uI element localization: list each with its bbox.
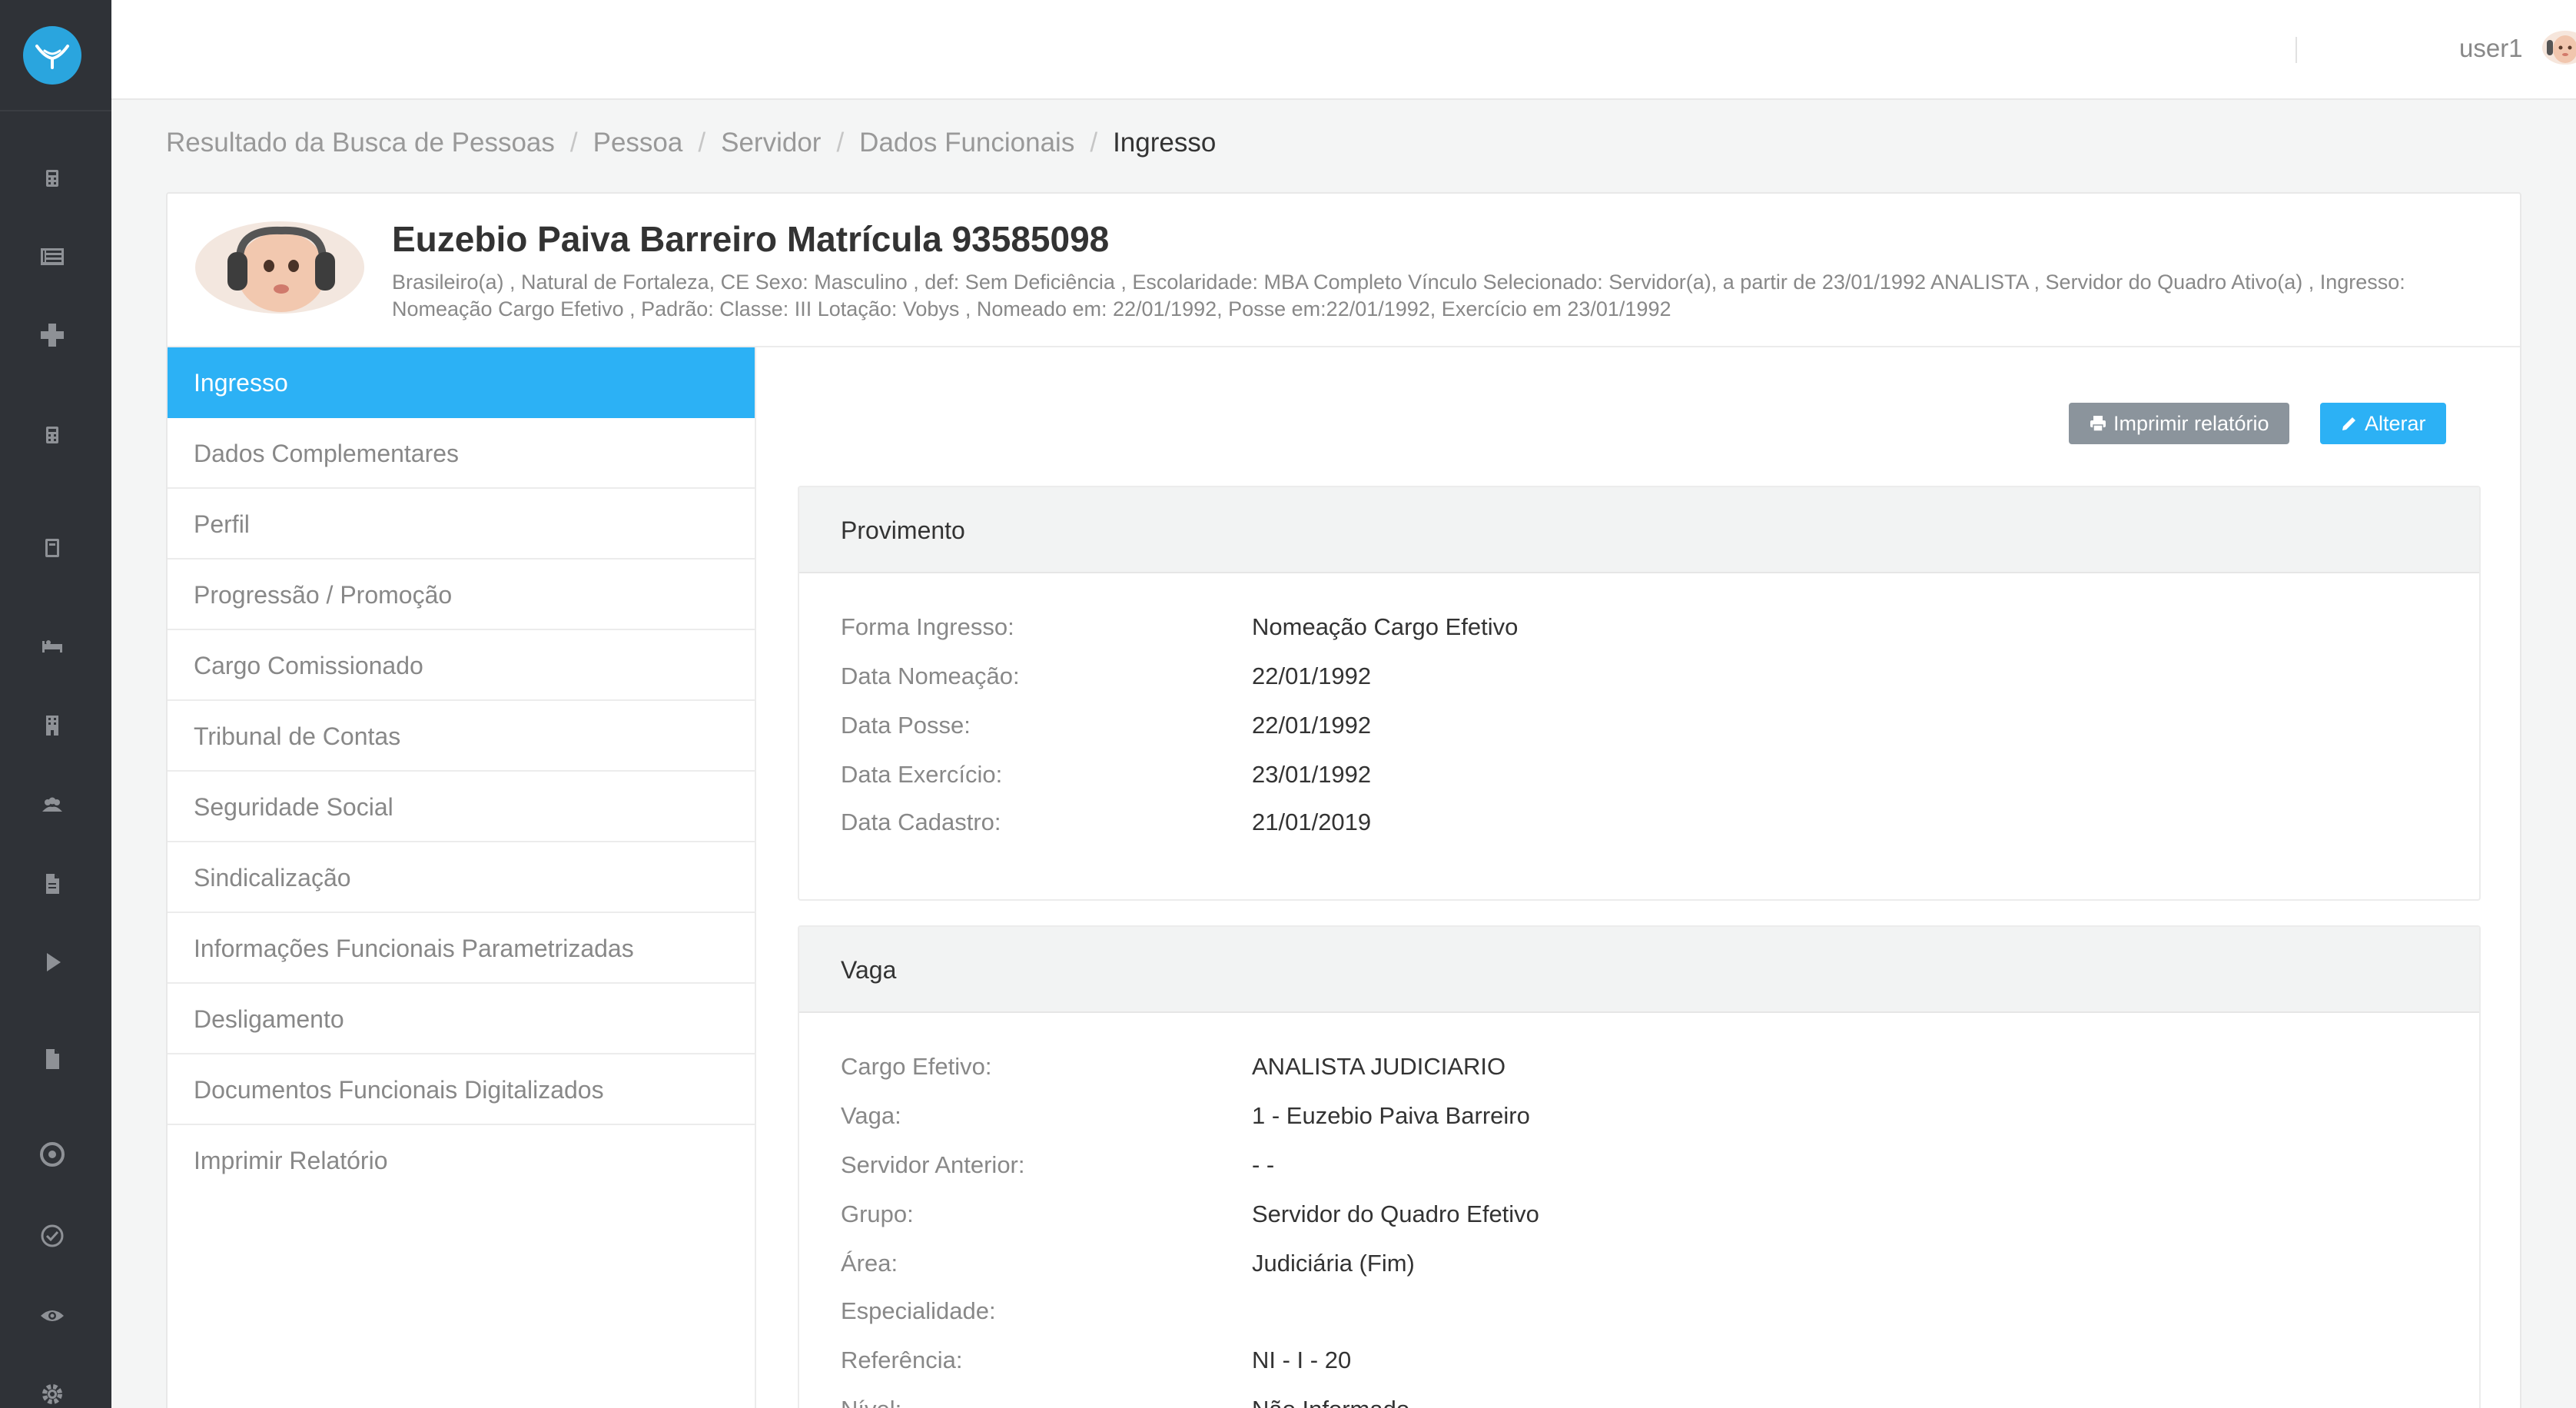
provimento-title: Provimento [799, 487, 2479, 573]
provimento-panel: Provimento Forma Ingresso: Nomeação Cargo… [798, 486, 2481, 901]
check-circle-icon[interactable] [38, 1222, 66, 1250]
detail-label: Grupo: [841, 1200, 914, 1227]
bed-icon[interactable] [38, 632, 66, 659]
detail-label: Data Nomeação: [841, 662, 1020, 689]
vaga-panel: Vaga Cargo Efetivo: ANALISTA JUDICIARIO V… [798, 925, 2481, 1408]
top-bar: user1 [111, 0, 2576, 100]
detail-value: ANALISTA JUDICIARIO [1252, 1053, 1506, 1080]
plus-icon[interactable] [38, 321, 66, 349]
alter-label: Alterar [2365, 412, 2426, 435]
menu-item-documentos-digitalizados[interactable]: Documentos Funcionais Digitalizados [168, 1054, 755, 1125]
detail-value: - - [1252, 1151, 1275, 1178]
breadcrumb-item[interactable]: Resultado da Busca de Pessoas [166, 128, 555, 158]
calculator-icon[interactable] [38, 534, 66, 562]
printer-icon [2090, 416, 2106, 432]
section-menu: Ingresso Dados Complementares Perfil Pro… [168, 347, 756, 1408]
menu-item-sindicalizacao[interactable]: Sindicalização [168, 842, 755, 913]
file-icon[interactable] [38, 870, 66, 898]
menu-item-tribunal-de-contas[interactable]: Tribunal de Contas [168, 701, 755, 772]
detail-value: Não Informado [1252, 1396, 1409, 1408]
detail-value: 1 - Euzebio Paiva Barreiro [1252, 1102, 1530, 1129]
detail-label: Cargo Efetivo: [841, 1053, 992, 1080]
breadcrumb-item[interactable]: Servidor [721, 128, 821, 158]
person-summary: Brasileiro(a) , Natural de Fortaleza, CE… [392, 271, 2405, 320]
pencil-icon [2342, 417, 2355, 430]
topbar-divider [2295, 37, 2297, 63]
breadcrumb-item[interactable]: Dados Funcionais [859, 128, 1074, 158]
menu-item-desligamento[interactable]: Desligamento [168, 984, 755, 1054]
profile-header: Euzebio Paiva Barreiro Matrícula 9358509… [168, 194, 2520, 347]
breadcrumb: Resultado da Busca de Pessoas / Pessoa / Ser… [166, 128, 1216, 158]
breadcrumb-separator: / [836, 128, 845, 158]
gear-icon[interactable] [38, 1380, 66, 1408]
detail-value: Servidor do Quadro Efetivo [1252, 1200, 1539, 1227]
app-logo[interactable] [23, 26, 81, 85]
person-name: Euzebio Paiva Barreiro Matrícula 9358509… [392, 219, 1110, 259]
detail-label: Área: [841, 1250, 898, 1277]
detail-value: NI - I - 20 [1252, 1347, 1352, 1373]
breadcrumb-item[interactable]: Pessoa [593, 128, 683, 158]
eye-icon[interactable] [38, 1302, 66, 1330]
breadcrumb-separator: / [569, 128, 578, 158]
breadcrumb-current: Ingresso [1113, 128, 1217, 158]
logo-area [0, 0, 111, 111]
building-icon[interactable] [38, 712, 66, 739]
users-icon[interactable] [38, 792, 66, 819]
user-avatar[interactable] [2542, 31, 2576, 65]
detail-label: Data Exercício: [841, 761, 1003, 788]
table-icon[interactable] [38, 243, 66, 271]
print-report-button[interactable]: Imprimir relatório [2069, 403, 2289, 444]
detail-label: Data Cadastro: [841, 809, 1001, 835]
print-report-label: Imprimir relatório [2113, 412, 2269, 435]
target-icon[interactable] [38, 1141, 66, 1168]
alter-button[interactable]: Alterar [2320, 403, 2446, 444]
detail-value: 23/01/1992 [1252, 761, 1372, 788]
menu-item-imprimir-relatorio[interactable]: Imprimir Relatório [168, 1125, 755, 1196]
detail-label: Referência: [841, 1347, 963, 1373]
detail-value: Nomeação Cargo Efetivo [1252, 613, 1519, 640]
menu-item-seguridade-social[interactable]: Seguridade Social [168, 772, 755, 842]
detail-label: Servidor Anterior: [841, 1151, 1025, 1178]
user-name[interactable]: user1 [2459, 34, 2523, 63]
play-icon[interactable] [38, 948, 66, 976]
breadcrumb-separator: / [1090, 128, 1098, 158]
content-area: Imprimir relatório Alterar Provimento Fo… [758, 347, 2520, 1408]
menu-item-dados-complementares[interactable]: Dados Complementares [168, 418, 755, 489]
detail-label: Especialidade: [841, 1297, 996, 1324]
detail-value: Judiciária (Fim) [1252, 1250, 1415, 1277]
detail-label: Data Posse: [841, 712, 971, 739]
person-photo [195, 221, 364, 314]
menu-item-perfil[interactable]: Perfil [168, 489, 755, 560]
menu-item-informacoes-parametrizadas[interactable]: Informações Funcionais Parametrizadas [168, 913, 755, 984]
person-card: Euzebio Paiva Barreiro Matrícula 9358509… [166, 192, 2521, 1408]
file-icon[interactable] [38, 1045, 66, 1073]
detail-label: Vaga: [841, 1102, 901, 1129]
detail-label: Nível: [841, 1396, 901, 1408]
breadcrumb-separator: / [698, 128, 706, 158]
detail-value: 22/01/1992 [1252, 662, 1372, 689]
detail-label: Forma Ingresso: [841, 613, 1014, 640]
menu-item-ingresso[interactable]: Ingresso [168, 347, 755, 418]
detail-value: 22/01/1992 [1252, 712, 1372, 739]
calculator-icon[interactable] [38, 421, 66, 449]
calculator-icon[interactable] [38, 164, 66, 192]
vaga-title: Vaga [799, 927, 2479, 1013]
detail-value: 21/01/2019 [1252, 809, 1372, 835]
menu-item-progressao-promocao[interactable]: Progressão / Promoção [168, 560, 755, 630]
menu-item-cargo-comissionado[interactable]: Cargo Comissionado [168, 630, 755, 701]
sidebar-rail [0, 0, 111, 1408]
